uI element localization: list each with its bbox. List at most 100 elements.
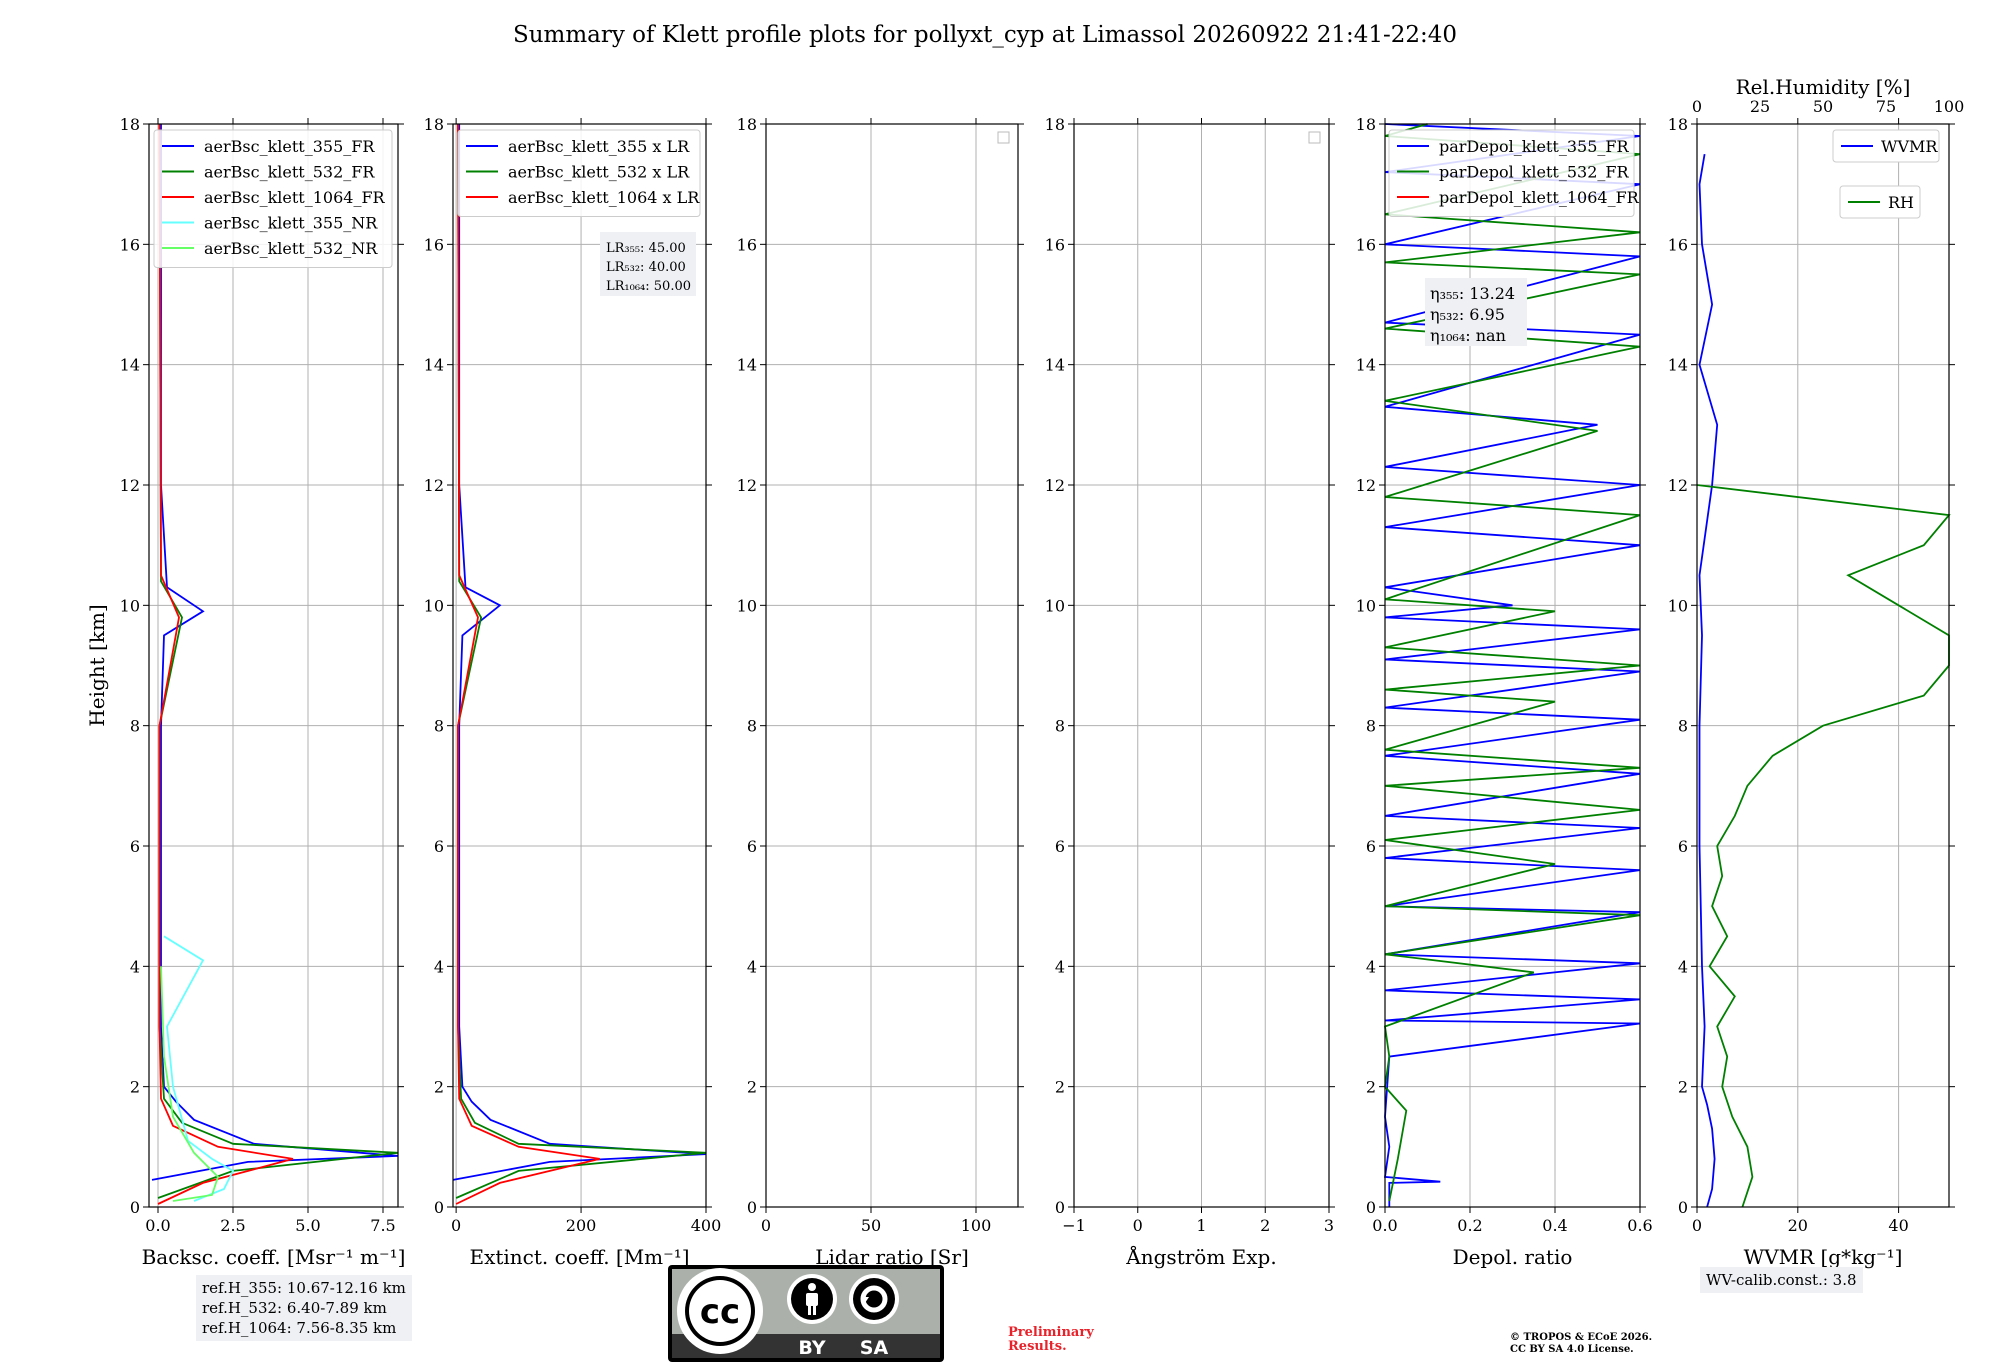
y-tick-label: 2 [1366,1078,1376,1097]
y-tick-label: 4 [434,957,444,976]
y-tick-label: 6 [1055,837,1065,856]
legend-label: aerBsc_klett_1064 x LR [508,188,700,207]
panel-3 [760,118,1024,1213]
x-tick-label: 0.6 [1627,1216,1652,1235]
y-tick-label: 4 [130,957,140,976]
legend-label: aerBsc_klett_532 x LR [508,163,690,182]
x-tick-label: 0 [1133,1216,1143,1235]
y-tick-label: 14 [1045,356,1065,375]
copyright-line1: © TROPOS & ECoE 2026. [1510,1332,1653,1343]
y-tick-label: 0 [434,1198,444,1217]
y-tick-label: 16 [120,235,140,254]
y-tick-label: 12 [1356,476,1376,495]
y-tick-label: 18 [1668,115,1688,134]
x2-tick-label: 25 [1750,97,1770,116]
empty-legend-box [997,131,1010,144]
legend-label: parDepol_klett_355_FR [1439,137,1630,156]
y-axis-label: Height [km] [85,604,109,726]
legend-label: parDepol_klett_532_FR [1439,163,1630,182]
y-tick-label: 0 [130,1198,140,1217]
series-line-aerBsc_klett_355_NR [163,935,235,1202]
x-tick-label: 40 [1888,1216,1908,1235]
y-tick-label: 4 [1678,957,1688,976]
y-tick-label: 8 [1366,717,1376,736]
preliminary-line2: Results. [1008,1339,1067,1354]
y-tick-label: 6 [1678,837,1688,856]
y-tick-label: 10 [424,596,444,615]
x-tick-label: 0 [451,1216,461,1235]
lidar-ratio-355: LR₃₅₅: 45.00 [606,241,686,256]
ref-height-532: ref.H_532: 6.40-7.89 km [202,1299,387,1317]
y-tick-label: 14 [737,356,757,375]
legend-label: parDepol_klett_1064_FR [1439,188,1640,207]
lidar-ratio-532: LR₅₃₂: 40.00 [606,260,686,275]
y-tick-label: 8 [130,717,140,736]
plot-frame [1696,123,1950,1208]
y-tick-label: 8 [434,717,444,736]
y-tick-label: 12 [1045,476,1065,495]
x-tick-label: 400 [691,1216,722,1235]
y-tick-label: 2 [1678,1078,1688,1097]
legend-label: aerBsc_klett_355 x LR [508,137,690,156]
x2-tick-label: 75 [1876,97,1896,116]
x-axis-label: Ångström Exp. [1125,1244,1276,1269]
x-tick-label: 0 [1692,1216,1702,1235]
y-tick-label: 10 [737,596,757,615]
series-line-aerBsc_klett_532_FR [157,123,399,1199]
cc-logo-text: cc [700,1292,740,1332]
preliminary-note: Preliminary Results. [1008,1326,1094,1354]
y-tick-label: 6 [130,837,140,856]
empty-legend-box [1308,131,1321,144]
x2-axis-label: Rel.Humidity [%] [1736,75,1911,99]
y-tick-label: 18 [1045,115,1065,134]
x2-tick-label: 100 [1934,97,1965,116]
y-tick-label: 8 [1055,717,1065,736]
y-tick-label: 14 [1668,356,1688,375]
sa-label: SA [860,1337,889,1359]
preliminary-line1: Preliminary [1008,1325,1094,1340]
y-tick-label: 2 [434,1078,444,1097]
legend-label: aerBsc_klett_355_FR [204,137,375,156]
series-line-aerBsc_klett_532_NR [160,966,220,1202]
y-tick-label: 18 [1356,115,1376,134]
y-tick-label: 4 [1055,957,1065,976]
y-tick-label: 12 [424,476,444,495]
y-tick-label: 16 [1045,235,1065,254]
panel-6 [1691,118,1955,1213]
eta-1064: η₁₀₆₄: nan [1430,326,1506,345]
y-tick-label: 16 [1356,235,1376,254]
y-tick-label: 6 [434,837,444,856]
x-tick-label: 0.2 [1457,1216,1482,1235]
legend-label: WVMR [1881,137,1938,156]
reference-heights-box: ref.H_355: 10.67-12.16 km ref.H_532: 6.40… [196,1275,412,1341]
y-tick-label: 18 [737,115,757,134]
y-tick-label: 0 [1366,1198,1376,1217]
y-tick-label: 16 [424,235,444,254]
y-tick-label: 4 [1366,957,1376,976]
x-tick-label: 5.0 [295,1216,320,1235]
figure: 0246810121416180.0 2.5 5.0 7.5Backsc. coeff… [85,75,1965,1269]
y-tick-label: 12 [737,476,757,495]
legend-label: aerBsc_klett_532_NR [204,239,378,258]
series-line-aerBsc_klett_355_FR [151,124,399,1181]
legend-label: aerBsc_klett_1064_FR [204,188,386,207]
wv-calib-box: WV-calib.const.: 3.8 [1700,1267,1863,1293]
ref-height-355: ref.H_355: 10.67-12.16 km [202,1279,406,1297]
y-tick-label: 18 [424,115,444,134]
y-tick-label: 6 [1366,837,1376,856]
legend-label: aerBsc_klett_355_NR [204,214,378,233]
eta-532: η₅₃₂: 6.95 [1430,305,1505,324]
y-tick-label: 2 [1055,1078,1065,1097]
y-tick-label: 12 [1668,476,1688,495]
x-tick-label: 3 [1324,1216,1334,1235]
x2-tick-label: 50 [1813,97,1833,116]
series-line-aerBsc_klett_1064 x LR [455,123,601,1205]
y-tick-label: 16 [737,235,757,254]
x-tick-label: 20 [1788,1216,1808,1235]
y-tick-label: 2 [130,1078,140,1097]
panel-4 [1068,118,1335,1213]
y-tick-label: 2 [747,1078,757,1097]
y-tick-label: 0 [747,1198,757,1217]
x-tick-label: 7.5 [370,1216,395,1235]
x-tick-label: 50 [861,1216,881,1235]
